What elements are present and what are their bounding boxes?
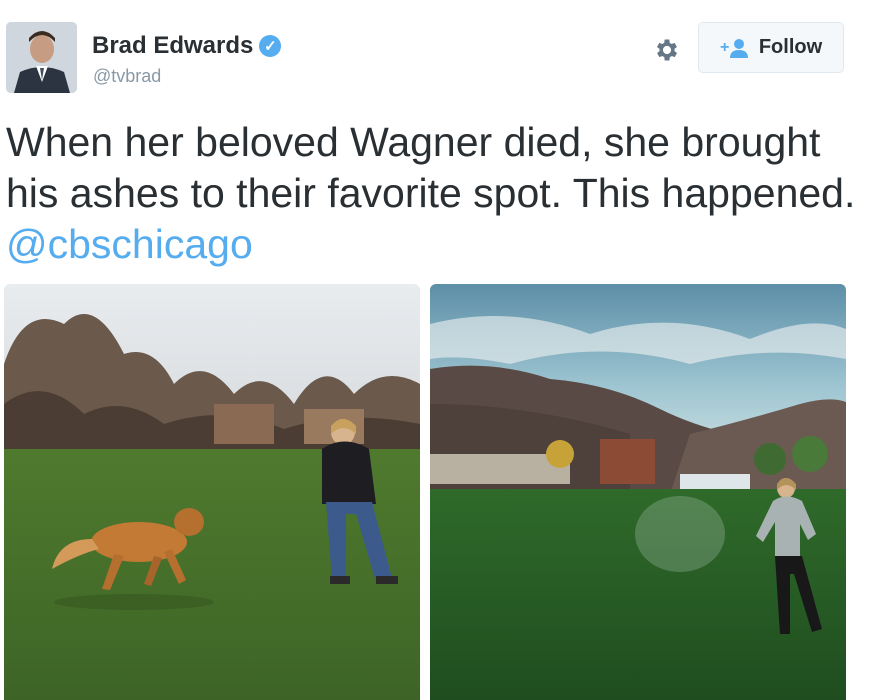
gear-icon[interactable] [650,33,684,67]
verified-badge-icon: ✓ [259,35,282,57]
add-user-icon: + [720,38,750,58]
svg-text:+: + [720,39,729,56]
photo-woman-with-ashes-image [430,284,846,700]
tweet-body: When her beloved Wagner died, she brough… [6,119,856,216]
follow-button[interactable]: + Follow [698,22,844,73]
author-handle[interactable]: @tvbrad [93,66,161,87]
mention-link[interactable]: @cbschicago [6,221,253,267]
author-avatar[interactable] [6,22,77,93]
photo-woman-with-ashes-in-valley[interactable] [430,284,846,700]
tweet-text: When her beloved Wagner died, she brough… [6,117,866,270]
author-name-row[interactable]: Brad Edwards ✓ [92,32,282,60]
photo-woman-and-dog-image [4,284,420,700]
follow-label: Follow [758,36,823,58]
photo-woman-and-dog[interactable] [4,284,420,700]
avatar-image [6,22,77,93]
author-name[interactable]: Brad Edwards [92,32,253,60]
